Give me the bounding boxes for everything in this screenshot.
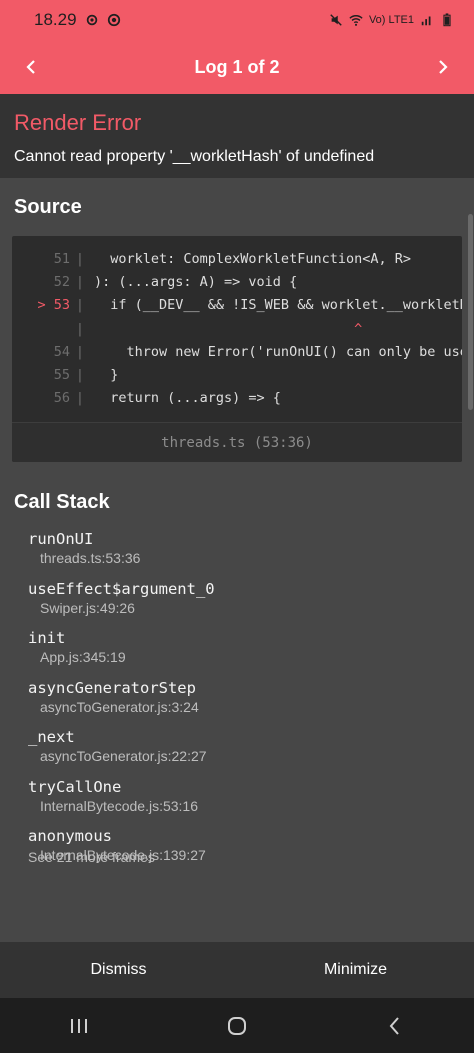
code-text: if (__DEV__ && !IS_WEB && worklet.__work… [94, 297, 462, 314]
gutter-divider: | [75, 251, 85, 267]
back-button[interactable] [365, 1006, 425, 1046]
code-line: > 53 | if (__DEV__ && !IS_WEB && worklet.… [12, 294, 462, 317]
scrollbar-thumb[interactable] [468, 214, 473, 410]
call-stack-list: runOnUI threads.ts:53:36 useEffect$argumen… [28, 530, 215, 877]
line-number: 52 [53, 274, 70, 291]
gutter-divider: | [75, 320, 85, 337]
stack-frame[interactable]: useEffect$argument_0 Swiper.js:49:26 [28, 580, 215, 616]
error-message: Cannot read property '__workletHash' of … [14, 148, 375, 165]
stack-frame-location: App.js:345:19 [40, 649, 126, 665]
code-text: ^ [94, 320, 363, 337]
stack-frame[interactable]: runOnUI threads.ts:53:36 [28, 530, 215, 566]
chevron-right-icon [439, 60, 448, 74]
minimize-button[interactable]: Minimize [237, 942, 474, 998]
chevron-left-icon [26, 60, 35, 74]
dismiss-button[interactable]: Dismiss [0, 942, 237, 998]
line-number: 51 [53, 251, 70, 267]
code-text: worklet: ComplexWorkletFunction<A, R> [94, 251, 411, 267]
home-button[interactable] [207, 1006, 267, 1046]
code-text: throw new Error('runOnUI() can only be u… [94, 343, 463, 360]
signal-icon [421, 16, 431, 26]
code-text: return (...args) => { [94, 390, 281, 407]
source-heading: Source [14, 196, 82, 218]
code-file-location[interactable]: threads.ts (53:36) [12, 422, 462, 462]
status-bar: 18.29 Vo) LTE1 [0, 0, 474, 40]
code-line: | ^ [12, 318, 462, 341]
line-number: > 53 [37, 297, 70, 314]
network-label: Vo) LTE1 [368, 14, 414, 26]
see-more-frames-link[interactable]: See 21 more frames [28, 849, 155, 865]
recent-apps-button[interactable] [49, 1006, 109, 1046]
gutter-divider: | [75, 343, 85, 360]
code-frame[interactable]: 51 | worklet: ComplexWorkletFunction<A, R… [12, 236, 462, 462]
log-header: Log 1 of 2 [0, 40, 474, 94]
stack-frame[interactable]: asyncGeneratorStep asyncToGenerator.js:3:… [28, 679, 215, 715]
stack-frame-location: threads.ts:53:36 [40, 550, 141, 566]
line-number: 56 [53, 390, 70, 407]
stack-frame-name: init [28, 629, 66, 647]
wifi-icon [349, 15, 363, 26]
code-line: 52 | ): (...args: A) => void { [12, 271, 462, 294]
battery-icon [443, 13, 451, 27]
stack-frame[interactable]: _next asyncToGenerator.js:22:27 [28, 728, 215, 764]
recent-apps-icon [71, 1018, 87, 1033]
gutter-divider: | [75, 390, 85, 407]
code-line: 55 | } [12, 364, 462, 387]
stack-frame-name: runOnUI [28, 530, 94, 548]
line-number: 54 [53, 343, 70, 360]
back-icon [389, 1016, 399, 1035]
bottom-action-bar: Dismiss Minimize [0, 942, 474, 998]
line-number: 55 [53, 366, 70, 383]
stack-frame-location: asyncToGenerator.js:3:24 [40, 698, 199, 715]
stack-frame-location: InternalBytecode.js:53:16 [40, 797, 198, 814]
gutter-divider: | [75, 274, 85, 291]
stack-frame-name: tryCallOne [28, 777, 122, 796]
mute-icon [330, 14, 342, 26]
gear-icon [86, 14, 97, 26]
gutter-divider: | [75, 366, 85, 383]
stack-frame-location: Swiper.js:49:26 [40, 599, 135, 616]
code-lines: 51 | worklet: ComplexWorkletFunction<A, R… [12, 248, 462, 410]
system-nav-bar [0, 998, 474, 1053]
code-text: ): (...args: A) => void { [94, 274, 298, 291]
stack-frame-name: useEffect$argument_0 [28, 579, 215, 598]
home-icon [228, 1016, 246, 1035]
line-number [12, 318, 70, 341]
sync-icon [107, 13, 120, 27]
stack-frame-name: asyncGeneratorStep [28, 678, 196, 697]
previous-log-button[interactable] [4, 40, 58, 94]
code-line: 51 | worklet: ComplexWorkletFunction<A, R… [12, 248, 462, 271]
code-text: } [94, 366, 119, 383]
gutter-divider: | [75, 297, 85, 314]
next-log-button[interactable] [416, 40, 470, 94]
stack-frame[interactable]: tryCallOne InternalBytecode.js:53:16 [28, 778, 215, 814]
status-time: 18.29 [34, 10, 77, 29]
stack-frame-name: anonymous [28, 827, 112, 845]
stack-frame-location: asyncToGenerator.js:22:27 [40, 748, 207, 764]
stack-frame-name: _next [28, 728, 75, 746]
call-stack-heading: Call Stack [14, 491, 110, 513]
log-title: Log 1 of 2 [194, 56, 280, 77]
error-title: Render Error [14, 110, 142, 135]
code-line: 54 | throw new Error('runOnUI() can only … [12, 341, 462, 364]
code-line: 56 | return (...args) => { [12, 387, 462, 410]
stack-frame[interactable]: init App.js:345:19 [28, 629, 215, 665]
error-box: Render Error Cannot read property '__wor… [0, 94, 474, 178]
